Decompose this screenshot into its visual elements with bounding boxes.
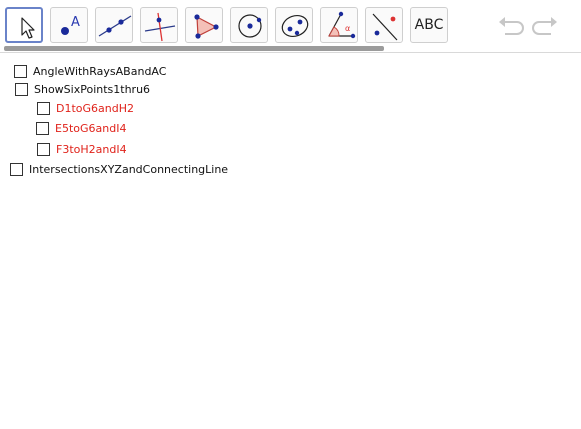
polygon-tool-button[interactable] xyxy=(185,7,223,43)
redo-icon xyxy=(532,17,557,35)
checkbox[interactable] xyxy=(36,121,49,135)
text-tool-button[interactable]: ABC xyxy=(410,7,448,43)
circle-center-point-icon xyxy=(238,14,262,38)
toolbar: A α ABC xyxy=(0,0,581,52)
toolbar-divider xyxy=(0,52,581,53)
checkbox[interactable] xyxy=(15,82,28,96)
object-toggle-e5-to-g6-and-i4[interactable]: E5toG6andI4 xyxy=(36,120,126,136)
geogebra-app: A α ABC AngleWithRaysABandAC ShowSixPoin… xyxy=(0,0,581,429)
object-label: AngleWithRaysABandAC xyxy=(33,64,167,78)
object-toggle-d1-to-g6-and-h2[interactable]: D1toG6andH2 xyxy=(37,100,134,116)
object-toggle-angle-with-rays[interactable]: AngleWithRaysABandAC xyxy=(14,63,166,79)
perpendicular-line-icon xyxy=(144,12,176,42)
circle-tool-button[interactable] xyxy=(230,7,268,43)
point-icon: A xyxy=(61,15,80,35)
point-tool-button[interactable]: A xyxy=(50,7,88,43)
ellipse-icon xyxy=(281,15,309,37)
object-toggle-intersections-xyz[interactable]: IntersectionsXYZandConnectingLine xyxy=(10,161,228,177)
object-toggle-show-six-points[interactable]: ShowSixPoints1thru6 xyxy=(15,81,150,97)
redo-button[interactable] xyxy=(531,12,561,40)
object-label: ShowSixPoints1thru6 xyxy=(34,82,151,96)
toolbar-scrollbar[interactable] xyxy=(4,46,384,51)
checkbox[interactable] xyxy=(14,64,27,78)
object-toggle-f3-to-h2-and-i4[interactable]: F3toH2andI4 xyxy=(37,141,127,157)
checkbox[interactable] xyxy=(37,101,50,115)
undo-icon xyxy=(499,17,524,35)
object-label: F3toH2andI4 xyxy=(56,142,127,156)
line-tool-button[interactable] xyxy=(95,7,133,43)
angle-label-glyph: α xyxy=(345,24,350,33)
angle-icon: α xyxy=(328,11,356,39)
object-label: IntersectionsXYZandConnectingLine xyxy=(29,162,229,176)
line-through-two-points-icon xyxy=(98,15,132,37)
undo-button[interactable] xyxy=(495,12,525,40)
text-tool-label: ABC xyxy=(414,17,444,33)
arrow-cursor-icon xyxy=(21,17,35,39)
point-label-glyph: A xyxy=(71,15,80,30)
polygon-icon xyxy=(194,14,219,39)
checkbox[interactable] xyxy=(37,142,50,156)
conic-tool-button[interactable] xyxy=(275,7,313,43)
angle-tool-button[interactable]: α xyxy=(320,7,358,43)
reflect-tool-button[interactable] xyxy=(365,7,403,43)
checkbox[interactable] xyxy=(10,162,23,176)
object-label: E5toG6andI4 xyxy=(55,121,127,135)
object-label: D1toG6andH2 xyxy=(56,101,134,115)
reflect-about-line-icon xyxy=(372,13,398,41)
perpendicular-line-tool-button[interactable] xyxy=(140,7,178,43)
move-tool-button[interactable] xyxy=(5,7,43,43)
